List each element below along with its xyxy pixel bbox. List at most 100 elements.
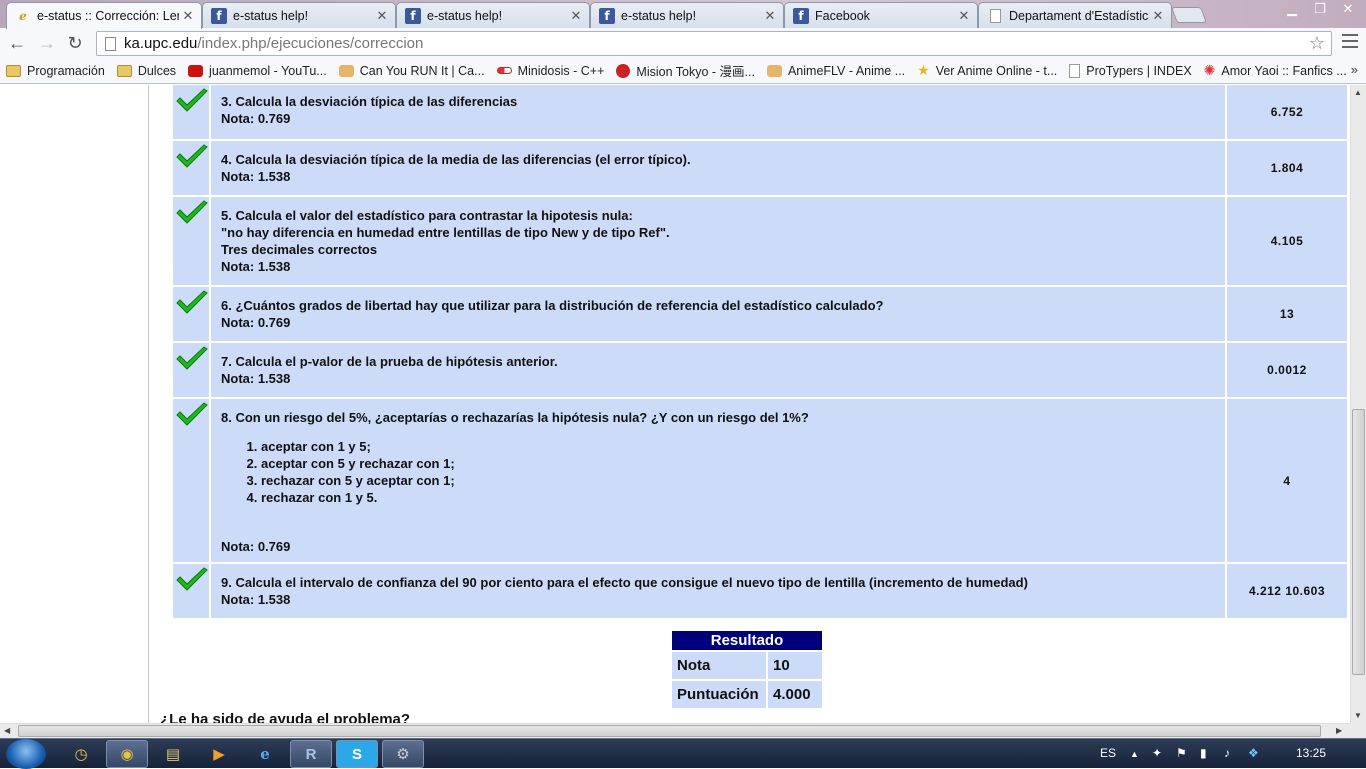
reload-icon[interactable]: ↻ xyxy=(64,32,86,54)
bookmarks-overflow-button[interactable]: » xyxy=(1351,62,1358,77)
minimize-icon[interactable]: ▁ xyxy=(1278,0,1306,18)
horizontal-scrollbar[interactable]: ◀ ▶ xyxy=(0,723,1350,738)
bookmark-label: Minidosis - C++ xyxy=(517,63,605,78)
page-icon xyxy=(1069,63,1081,78)
skype-icon[interactable]: S xyxy=(336,740,378,768)
tab-title: e-status help! xyxy=(621,8,697,23)
bookmark-label: Programación xyxy=(27,63,105,78)
question-nota: Nota: 0.769 xyxy=(221,315,291,330)
bookmark-dulces[interactable]: Dulces xyxy=(116,63,177,78)
bookmark-can-you-run-it[interactable]: Can You RUN It | Ca... xyxy=(338,64,485,78)
address-bar[interactable]: ka.upc.edu /index.php/ejecuciones/correc… xyxy=(96,31,1332,56)
facebook-icon: f xyxy=(793,7,809,24)
question-text: 8. Con un riesgo del 5%, ¿aceptarías o r… xyxy=(221,410,809,425)
facebook-icon: f xyxy=(211,7,227,24)
page-viewport: 3. Calcula la desviación típica de las d… xyxy=(0,85,1350,723)
bookmark-protypers[interactable]: ProTypers | INDEX xyxy=(1069,63,1192,78)
browser-toolbar: ← → ↻ ka.upc.edu /index.php/ejecuciones/… xyxy=(0,28,1366,58)
horizontal-scroll-thumb[interactable] xyxy=(18,725,1321,737)
bookmark-juanmemol[interactable]: juanmemol - YouTu... xyxy=(188,64,327,78)
bookmark-label: juanmemol - YouTu... xyxy=(209,63,327,78)
bookmark-amor-yaoi[interactable]: ✺ Amor Yaoi :: Fanfics ... xyxy=(1204,62,1347,79)
scroll-left-icon[interactable]: ◀ xyxy=(4,726,10,735)
new-tab-button[interactable] xyxy=(1171,7,1207,23)
browser-titlebar: ℯ e-status :: Corrección: Len ✕ f e-stat… xyxy=(0,0,1366,29)
bookmark-ver-anime[interactable]: ★ Ver Anime Online - t... xyxy=(917,62,1057,79)
close-icon[interactable]: ✕ xyxy=(567,8,585,24)
back-icon[interactable]: ← xyxy=(6,32,28,54)
sync-icon[interactable]: ❖ xyxy=(1248,746,1259,760)
volume-icon[interactable]: ♪ xyxy=(1224,746,1230,760)
page-icon xyxy=(987,8,1003,24)
tab-facebook[interactable]: f Facebook ✕ xyxy=(784,2,978,28)
tray-app-icon[interactable]: ✦ xyxy=(1152,746,1162,760)
chrome-icon[interactable]: ◉ xyxy=(106,740,148,768)
action-center-flag-icon[interactable]: ⚑ xyxy=(1176,746,1187,760)
tab-e-status-help-3[interactable]: f e-status help! ✕ xyxy=(590,2,784,28)
bookmark-label: AnimeFLV - Anime ... xyxy=(787,63,906,78)
tab-departament-estadistica[interactable]: Departament d'Estadística ✕ xyxy=(978,2,1172,28)
check-cell xyxy=(173,343,209,397)
bookmark-animeflv[interactable]: AnimeFLV - Anime ... xyxy=(766,63,906,78)
scroll-right-icon[interactable]: ▶ xyxy=(1336,726,1342,735)
answer-cell: 4 xyxy=(1227,399,1347,562)
app-icon[interactable]: ⚙ xyxy=(382,740,424,768)
scroll-down-icon[interactable]: ▼ xyxy=(1354,711,1362,720)
bookmark-programacion[interactable]: Programación xyxy=(6,64,105,78)
answer-cell: 13 xyxy=(1227,287,1347,341)
question-row: 6. ¿Cuántos grados de libertad hay que u… xyxy=(173,287,1347,341)
question-nota: Nota: 1.538 xyxy=(221,259,291,274)
close-icon[interactable]: ✕ xyxy=(761,8,779,24)
menu-icon[interactable] xyxy=(1342,34,1358,48)
internet-explorer-icon[interactable]: e xyxy=(244,740,286,768)
option-item: rechazar con 1 y 5. xyxy=(261,489,1215,506)
question-text-cell: 8. Con un riesgo del 5%, ¿aceptarías o r… xyxy=(211,399,1225,562)
tab-title: e-status help! xyxy=(233,8,309,23)
checkmark-icon xyxy=(176,402,208,426)
question-row: 7. Calcula el p-valor de la prueba de hi… xyxy=(173,343,1347,397)
scroll-up-icon[interactable]: ▲ xyxy=(1354,88,1362,97)
network-icon[interactable]: ▮ xyxy=(1200,746,1207,760)
question-nota: Nota: 1.538 xyxy=(221,371,291,386)
question-text: 7. Calcula el p-valor de la prueba de hi… xyxy=(221,354,558,369)
vertical-scrollbar[interactable]: ▲ ▼ xyxy=(1350,85,1366,723)
explorer-folder-icon[interactable]: ▤ xyxy=(152,740,194,768)
bookmark-label: Dulces xyxy=(137,63,177,78)
bookmark-minidosis[interactable]: Minidosis - C++ xyxy=(496,63,605,78)
question-row: 9. Calcula el intervalo de confianza del… xyxy=(173,564,1347,618)
show-hidden-icons-icon[interactable]: ▲ xyxy=(1130,749,1139,759)
tab-e-status-help-2[interactable]: f e-status help! ✕ xyxy=(396,2,590,28)
burst-icon: ✺ xyxy=(1203,62,1216,78)
clock-app-icon[interactable]: ◷ xyxy=(60,740,102,768)
result-table: Resultado Nota 10 Puntuación 4.000 xyxy=(670,629,824,710)
bookmark-star-icon[interactable]: ☆ xyxy=(1309,33,1325,54)
close-icon[interactable]: ✕ xyxy=(179,8,197,24)
r-app-icon[interactable]: R xyxy=(290,740,332,768)
check-cell xyxy=(173,85,209,139)
checkmark-icon xyxy=(176,88,208,112)
option-item: aceptar con 1 y 5; xyxy=(261,438,1215,455)
close-icon[interactable]: ✕ xyxy=(955,8,973,24)
tab-e-status-correccion[interactable]: ℯ e-status :: Corrección: Len ✕ xyxy=(6,2,202,29)
question-text: 4. Calcula la desviación típica de la me… xyxy=(221,152,691,167)
restore-icon[interactable]: ❐ xyxy=(1306,0,1334,18)
question-nota: Nota: 1.538 xyxy=(221,169,291,184)
bookmark-mision-tokyo[interactable]: Mision Tokyo - 漫画... xyxy=(616,61,755,80)
tab-e-status-help-1[interactable]: f e-status help! ✕ xyxy=(202,2,396,28)
forward-icon[interactable]: → xyxy=(36,32,58,54)
media-player-icon[interactable]: ▶ xyxy=(198,740,240,768)
left-divider xyxy=(148,85,149,723)
start-button[interactable] xyxy=(6,739,46,769)
result-label: Nota xyxy=(672,652,766,679)
facebook-icon: f xyxy=(599,7,615,24)
question-text-cell: 3. Calcula la desviación típica de las d… xyxy=(211,85,1225,139)
clock[interactable]: 13:25 xyxy=(1296,746,1326,760)
check-cell xyxy=(173,287,209,341)
language-indicator[interactable]: ES xyxy=(1100,746,1116,760)
close-window-icon[interactable]: ✕ xyxy=(1334,0,1362,18)
result-value: 4.000 xyxy=(768,681,822,708)
close-icon[interactable]: ✕ xyxy=(373,8,391,24)
vertical-scroll-thumb[interactable] xyxy=(1352,409,1365,675)
question-text-cell: 5. Calcula el valor del estadístico para… xyxy=(211,197,1225,285)
close-icon[interactable]: ✕ xyxy=(1149,8,1167,24)
